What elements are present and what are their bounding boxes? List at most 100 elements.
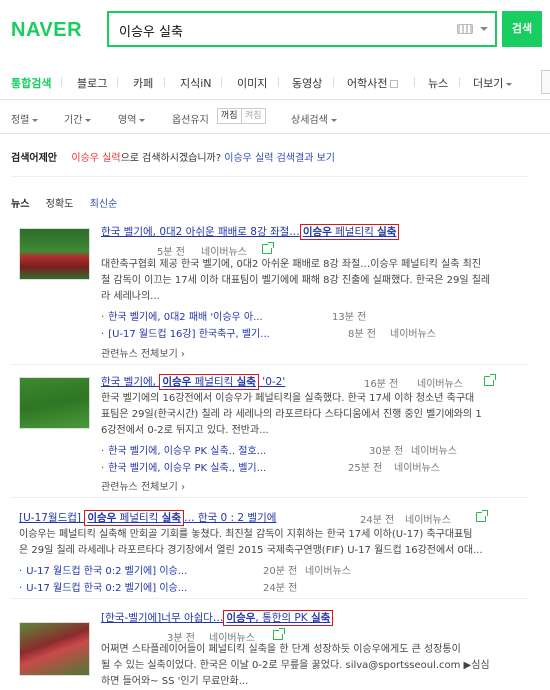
sort-accuracy[interactable]: 정확도 xyxy=(46,199,74,210)
external-link-icon[interactable] xyxy=(273,628,285,640)
news-description: 한국 벨기에의 16강전에서 이승우가 페널티킥을 실축했다. 한국 17세 이… xyxy=(101,391,482,439)
news-section-title: 뉴스 xyxy=(11,199,30,210)
news-source[interactable]: 네이버뉴스 xyxy=(201,243,247,258)
keyword-highlight: 이승우 페널티킥 실축 xyxy=(84,510,184,526)
tab-integrated[interactable]: 통합검색 xyxy=(11,75,51,91)
related-news-source[interactable]: 네이버뉴스 xyxy=(305,562,351,577)
desc-line: 대한축구협회 제공 한국 벨기에, 0대2 아쉬운 패배로 8강 좌절…이승우 … xyxy=(101,259,482,270)
divider xyxy=(11,364,528,365)
search-suggestion: 검색어제안 이승우 실력으로 검색하시겠습니까? 이승우 실력 검색결과 보기 xyxy=(11,149,335,164)
suggestion-link[interactable]: 이승우 실력 검색결과 보기 xyxy=(224,153,335,164)
tab-dictionary-label: 어학사전 xyxy=(347,77,388,90)
tab-image[interactable]: 이미지 xyxy=(237,75,267,91)
search-box[interactable]: 이승우 실축 xyxy=(107,11,497,47)
external-link-icon[interactable] xyxy=(484,374,496,386)
desc-line: 어쩌면 스타플레이어들이 페널티킥 실축을 한 단계 성장하듯 이승우에게도 큰… xyxy=(101,644,461,655)
news-title[interactable]: 한국 벨기에, 이승우 페널티킥 실축 '0-2' xyxy=(101,374,285,390)
related-news-source[interactable]: 네이버뉴스 xyxy=(390,325,436,340)
related-news-link[interactable]: 한국 벨기에, 이승우 PK 실축.. 절호... xyxy=(101,442,266,457)
desc-line: 하면 들어와~ SS '인기 무료만화... xyxy=(101,676,249,687)
search-input[interactable]: 이승우 실축 xyxy=(119,21,183,40)
desc-line: 이승우는 페널티킥 실축해 만회골 기회를 놓쳤다. 최진철 감독이 지휘하는 … xyxy=(19,529,473,540)
external-link-icon[interactable] xyxy=(476,510,488,522)
sort-label: 정렬 xyxy=(11,115,30,126)
related-news-link[interactable]: 한국 벨기에, 0대2 패배 '이승우 아... xyxy=(101,308,262,323)
naver-logo[interactable]: NAVER xyxy=(11,19,82,42)
tab-cafe[interactable]: 카페 xyxy=(133,75,153,91)
tab-video[interactable]: 동영상 xyxy=(292,75,322,91)
keep-on-toggle[interactable]: 켜짐 xyxy=(242,108,266,124)
more-related-link[interactable]: 관련뉴스 전체보기 › xyxy=(101,345,185,360)
desc-line: 한국 벨기에의 16강전에서 이승우가 페널티킥을 실축했다. 한국 17세 이… xyxy=(101,393,475,404)
news-source[interactable]: 네이버뉴스 xyxy=(405,511,451,526)
keyboard-icon[interactable] xyxy=(457,24,473,34)
related-news-time: 24분 전 xyxy=(263,583,298,594)
desc-line: 될 수 있는 실축이었다. 한국은 이날 0-2로 무릎을 꿇었다. silva… xyxy=(101,660,490,671)
news-time: 5분 전 xyxy=(157,247,185,258)
related-news-time: 8분 전 xyxy=(348,329,376,340)
caret-down-icon xyxy=(85,118,92,122)
related-news-link[interactable]: [U-17 월드컵 16강] 한국축구, 벨기... xyxy=(101,325,270,340)
tab-news[interactable]: 뉴스 xyxy=(428,75,448,91)
news-source[interactable]: 네이버뉴스 xyxy=(417,375,463,390)
area-dropdown[interactable]: 영역 xyxy=(118,111,146,126)
related-news-link[interactable]: 한국 벨기에, 이승우 PK 실축., 벨기... xyxy=(101,459,266,474)
period-label: 기간 xyxy=(64,115,83,126)
more-related-link[interactable]: 관련뉴스 전체보기 › xyxy=(101,478,185,493)
news-description: 이승우는 페널티킥 실축해 만회골 기회를 놓쳤다. 최진철 감독이 지휘하는 … xyxy=(19,527,483,559)
desc-line: 철 감독이 이끄는 17세 이하 대표팀이 벨기에에 패해 8강 진출에 실패했… xyxy=(101,275,491,286)
period-dropdown[interactable]: 기간 xyxy=(64,111,92,126)
news-description: 대한축구협회 제공 한국 벨기에, 0대2 아쉬운 패배로 8강 좌절…이승우 … xyxy=(101,257,490,305)
detail-search-label: 상세검색 xyxy=(291,115,328,126)
tab-divider xyxy=(117,77,118,87)
news-description: 어쩌면 스타플레이어들이 페널티킥 실축을 한 단계 성장하듯 이승우에게도 큰… xyxy=(101,642,490,690)
search-tabs: 통합검색 블로그 카페 지식iN 이미지 동영상 어학사전 뉴스 더보기 xyxy=(0,64,550,100)
tab-more-label: 더보기 xyxy=(473,77,504,90)
news-thumbnail[interactable] xyxy=(19,622,90,676)
related-news-source[interactable]: 네이버뉴스 xyxy=(394,459,440,474)
keyword-highlight: 이승우 페널티킥 실축 xyxy=(159,374,259,390)
related-news-source[interactable]: 네이버뉴스 xyxy=(411,442,457,457)
tab-divider xyxy=(164,77,165,87)
news-time: 24분 전 xyxy=(360,515,395,526)
side-panel-handle[interactable] xyxy=(541,70,550,94)
news-thumbnail[interactable] xyxy=(19,228,90,280)
suggested-term[interactable]: 이승우 실력 xyxy=(71,153,120,164)
news-thumbnail[interactable] xyxy=(19,377,90,429)
search-options: 정렬 기간 영역 옵션유지 꺼짐 켜짐 상세검색 xyxy=(0,100,550,134)
tab-divider xyxy=(221,77,222,87)
tab-more[interactable]: 더보기 xyxy=(473,75,513,91)
sort-latest[interactable]: 최신순 xyxy=(90,199,118,210)
tab-divider xyxy=(61,77,62,87)
detail-search-dropdown[interactable]: 상세검색 xyxy=(291,111,337,126)
caret-down-icon xyxy=(330,118,337,122)
popup-icon xyxy=(390,80,399,88)
related-news-time: 20분 전 xyxy=(263,566,298,577)
desc-line: 6강전에서 0-2로 뒤지고 있다. 전반과... xyxy=(101,425,269,436)
divider xyxy=(11,497,528,498)
related-news-link[interactable]: U-17 월드컵 한국 0:2 벨기에] 이승... xyxy=(19,579,187,594)
tab-dictionary[interactable]: 어학사전 xyxy=(347,75,399,91)
news-title[interactable]: 한국 벨기에, 0대2 아쉬운 패배로 8강 좌절… 이승우 페널티킥 실축 xyxy=(101,224,400,240)
divider xyxy=(11,598,528,599)
tab-divider xyxy=(333,77,334,87)
header: NAVER 이승우 실축 검색 xyxy=(0,0,550,64)
desc-line: 라 세레나의... xyxy=(101,291,160,302)
tab-kin[interactable]: 지식iN xyxy=(180,75,212,91)
caret-down-icon xyxy=(32,118,39,122)
caret-down-icon xyxy=(139,118,146,122)
suggestion-label: 검색어제안 xyxy=(11,153,57,164)
keep-off-toggle[interactable]: 꺼짐 xyxy=(217,108,242,124)
suggestion-question: 으로 검색하시겠습니까? xyxy=(120,153,222,164)
search-button[interactable]: 검색 xyxy=(502,11,542,47)
chevron-down-icon[interactable] xyxy=(480,27,488,31)
external-link-icon[interactable] xyxy=(262,242,274,254)
news-title[interactable]: [U-17월드컵] 이승우 페널티킥 실축… 한국 0 : 2 벨기에 xyxy=(19,510,276,526)
sort-dropdown[interactable]: 정렬 xyxy=(11,111,39,126)
news-title[interactable]: [한국-벨기에]너무 아쉽다… 이승우, 통한의 PK 실축 xyxy=(101,610,334,626)
related-news-link[interactable]: U-17 월드컵 한국 0:2 벨기에] 이승... xyxy=(19,562,187,577)
related-news-time: 13분 전 xyxy=(332,312,367,323)
keyword-highlight: 이승우, 통한의 PK 실축 xyxy=(223,610,334,626)
tab-blog[interactable]: 블로그 xyxy=(77,75,107,91)
desc-line: 은 29일 칠레 라세레나 라포르타다 경기장에서 열린 2015 국제축구연맹… xyxy=(19,545,483,556)
